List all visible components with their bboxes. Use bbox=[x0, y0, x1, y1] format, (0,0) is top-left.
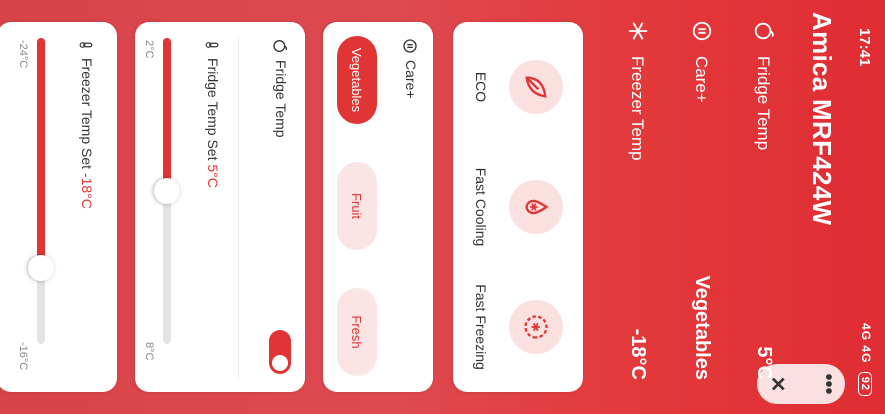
summary-care-label: Care+ bbox=[692, 56, 711, 103]
more-menu-button[interactable]: ••• bbox=[817, 364, 839, 404]
fridge-card-title-text: Fridge Temp bbox=[273, 60, 289, 138]
care-card-title: Care+ bbox=[402, 38, 419, 99]
summary-care-value: Vegetables bbox=[691, 275, 713, 380]
mode-fast-freezing[interactable]: ✱ Fast Freezing bbox=[453, 272, 583, 382]
freezer-set-row: Freezer Temp Set -18°C bbox=[78, 38, 95, 209]
freezer-set-value: -18°C bbox=[79, 172, 95, 209]
fridge-max-label: 8°C bbox=[143, 342, 155, 361]
fast-freezing-icon: ✱ bbox=[524, 315, 548, 339]
mode-fast-freezing-label: Fast Freezing bbox=[473, 284, 489, 370]
fridge-set-label: Fridge Temp Set bbox=[205, 58, 221, 161]
fridge-temp-icon bbox=[754, 22, 774, 40]
eco-circle bbox=[509, 60, 563, 114]
fridge-set-row: Fridge Temp Set 5°C bbox=[204, 38, 221, 188]
fridge-slider-fill bbox=[163, 38, 171, 191]
care-chip-row: Vegetables Fruit Fresh bbox=[327, 22, 387, 392]
modes-card: ECO ✱ Fast Cooling ✱ Fast Freezing bbox=[453, 22, 583, 392]
summary-fridge-label: Fridge Temp bbox=[754, 56, 773, 151]
care-card: Care+ Vegetables Fruit Fresh bbox=[323, 22, 433, 392]
fridge-power-toggle[interactable] bbox=[269, 330, 291, 374]
battery-icon: 92 bbox=[858, 371, 872, 396]
toggle-knob bbox=[272, 355, 288, 371]
fridge-slider-wrap bbox=[147, 22, 187, 392]
fast-cooling-icon: ✱ bbox=[525, 199, 549, 215]
fridge-set-value: 5°C bbox=[205, 164, 221, 188]
summary-care-row: Care+ Vegetables bbox=[683, 20, 713, 380]
status-time: 17:41 bbox=[856, 28, 873, 67]
fridge-min-label: 2°C bbox=[143, 40, 155, 59]
fast-freezing-circle: ✱ bbox=[509, 300, 563, 354]
chip-fresh[interactable]: Fresh bbox=[337, 288, 377, 376]
app-screen: 17:41 4G 4G 92 Amica MRF424W ••• ✕ Fridg… bbox=[0, 0, 885, 414]
fridge-temp-icon bbox=[273, 40, 287, 52]
summary-fridge-value: 5°C bbox=[753, 346, 775, 380]
fridge-slider-knob[interactable] bbox=[154, 178, 180, 204]
freezer-slider-wrap bbox=[21, 22, 61, 392]
summary-freezer-label: Freezer Temp bbox=[628, 56, 647, 161]
fridge-card-title: Fridge Temp bbox=[272, 38, 289, 138]
signal-text: 4G 4G bbox=[859, 323, 873, 364]
freezer-max-label: -16°C bbox=[17, 342, 29, 371]
fridge-card: Fridge Temp Fridge Temp Set 5°C bbox=[135, 22, 305, 392]
svg-text:✱: ✱ bbox=[528, 322, 542, 332]
fast-cooling-circle: ✱ bbox=[509, 180, 563, 234]
care-card-title-text: Care+ bbox=[403, 60, 419, 99]
mode-fast-cooling[interactable]: ✱ Fast Cooling bbox=[453, 152, 583, 262]
leaf-icon bbox=[525, 76, 547, 98]
thermometer-icon bbox=[79, 42, 93, 48]
status-bar: 17:41 4G 4G 92 bbox=[845, 0, 885, 414]
snowflake-icon bbox=[628, 22, 648, 40]
divider bbox=[238, 38, 239, 378]
summary-freezer-row: Freezer Temp -18°C bbox=[619, 20, 649, 380]
phone-canvas: 17:41 4G 4G 92 Amica MRF424W ••• ✕ Fridg… bbox=[0, 0, 885, 414]
status-indicators: 4G 4G 92 bbox=[858, 323, 873, 396]
mode-eco-label: ECO bbox=[473, 71, 489, 103]
freezer-card: Freezer Temp Set -18°C bbox=[0, 22, 117, 392]
page-title: Amica MRF424W bbox=[807, 12, 837, 226]
freezer-min-label: -24°C bbox=[17, 40, 29, 69]
svg-text:✱: ✱ bbox=[527, 203, 539, 212]
chip-fruit[interactable]: Fruit bbox=[337, 162, 377, 250]
freezer-slider-fill bbox=[37, 38, 45, 268]
chip-vegetables[interactable]: Vegetables bbox=[337, 36, 377, 124]
freezer-slider-knob[interactable] bbox=[28, 254, 54, 281]
mode-fast-cooling-label: Fast Cooling bbox=[473, 167, 489, 247]
freezer-set-label: Freezer Temp Set bbox=[79, 58, 95, 170]
summary-fridge-row: Fridge Temp 5°C bbox=[745, 20, 775, 380]
thermometer-icon bbox=[205, 42, 219, 48]
care-icon bbox=[692, 21, 712, 41]
summary-freezer-value: -18°C bbox=[627, 328, 649, 380]
mode-eco[interactable]: ECO bbox=[453, 32, 583, 142]
care-icon bbox=[403, 39, 417, 53]
